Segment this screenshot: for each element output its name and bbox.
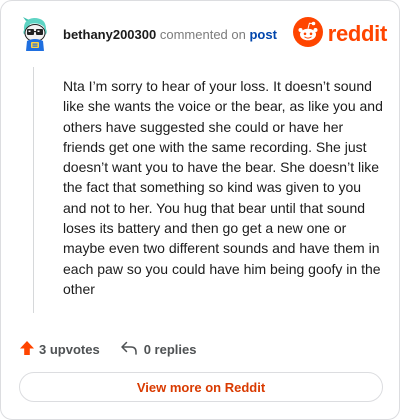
thread-line (33, 67, 34, 313)
reddit-wordmark: reddit (327, 21, 388, 46)
reply-count: 0 replies (143, 341, 197, 357)
upvote-button[interactable]: 3 upvotes (19, 340, 100, 359)
comment-actions: 3 upvotes 0 replies (19, 339, 216, 359)
upvote-count: 3 upvotes (39, 341, 100, 357)
comment-byline: bethany200300 commented on post (63, 27, 277, 43)
reply-arrow-icon (120, 340, 138, 359)
comment-header: bethany200300 commented on post reddit (15, 13, 387, 53)
view-more-button[interactable]: View more on Reddit (19, 372, 383, 402)
commented-on-text: commented on (159, 27, 246, 42)
comment-body: Nta I’m sorry to hear of your loss. It d… (63, 78, 383, 297)
reply-button[interactable]: 0 replies (120, 340, 197, 359)
reddit-brand[interactable]: reddit (292, 16, 388, 52)
username-link[interactable]: bethany200300 (63, 27, 156, 42)
embedded-comment-card: bethany200300 commented on post reddit N… (0, 0, 400, 420)
post-link[interactable]: post (249, 27, 276, 42)
reddit-logo-icon (292, 16, 323, 52)
upvote-arrow-icon (19, 340, 35, 359)
snoo-avatar-icon[interactable] (15, 13, 55, 53)
